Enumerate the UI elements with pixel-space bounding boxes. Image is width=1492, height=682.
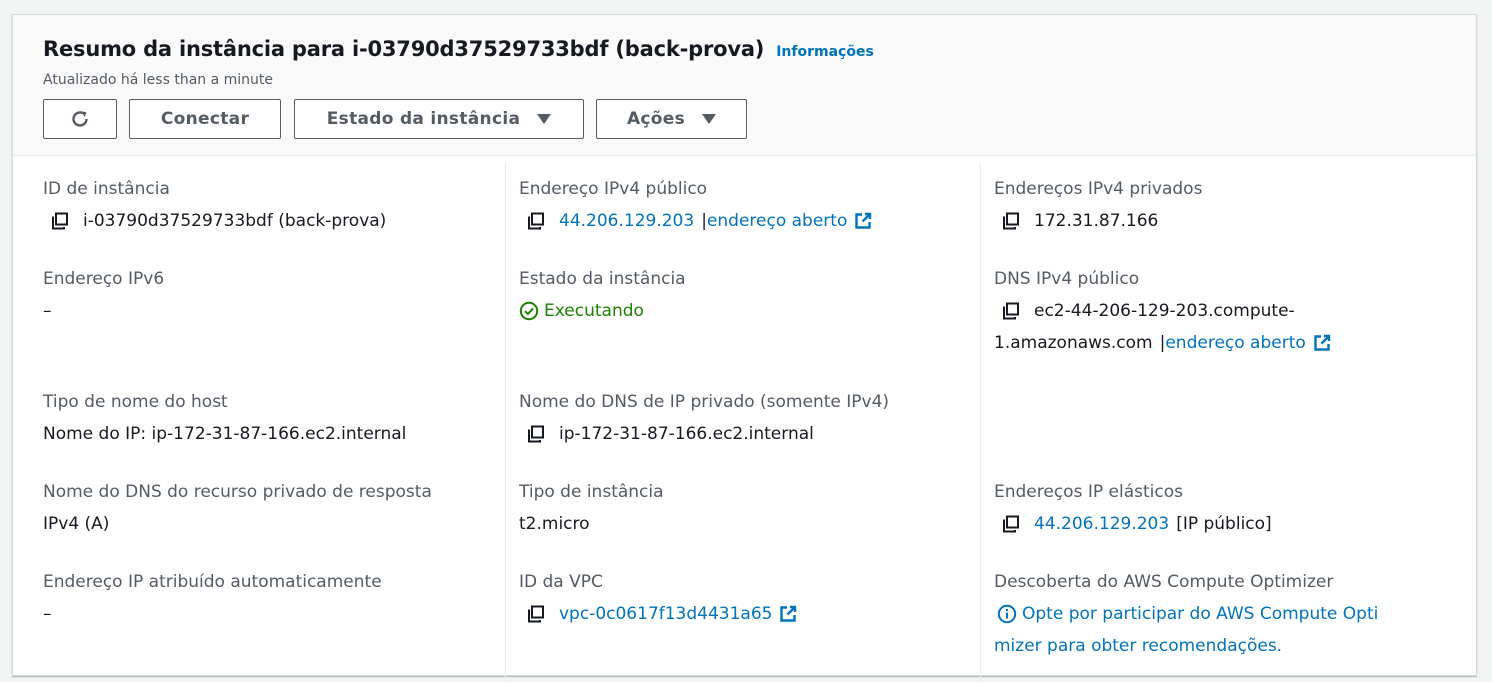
copy-icon[interactable] <box>1002 515 1020 533</box>
public-dns-value-line1: ec2-44-206-129-203.compute- <box>1034 301 1295 321</box>
field-label: Nome do DNS do recurso privado de respos… <box>43 482 432 502</box>
title-row: Resumo da instância para i-03790d3752973… <box>43 37 874 61</box>
caret-down-icon <box>537 114 552 124</box>
resource-dns-value: IPv4 (A) <box>43 514 110 534</box>
last-updated-text: Atualizado há less than a minute <box>43 72 273 88</box>
copy-icon[interactable] <box>1002 302 1020 320</box>
refresh-button[interactable] <box>43 99 117 139</box>
field-label: ID de instância <box>43 179 170 199</box>
instance-state-dropdown-label: Estado da instância <box>326 109 521 129</box>
field-label: Estado da instância <box>519 269 686 289</box>
field-label: Tipo de nome do host <box>43 392 228 412</box>
field-instance-type: Tipo de instância t2.micro <box>519 476 664 540</box>
field-label: ID da VPC <box>519 572 603 592</box>
instance-id-value: i-03790d37529733bdf (back-prova) <box>83 211 387 231</box>
copy-icon[interactable] <box>51 212 69 230</box>
external-link-icon[interactable] <box>779 605 797 623</box>
details-grid: ID de instância i-03790d37529733bdf (bac… <box>13 156 1476 682</box>
connect-button-label: Conectar <box>160 109 250 129</box>
instance-state-dropdown[interactable]: Estado da instância <box>294 99 584 139</box>
copy-icon[interactable] <box>527 425 545 443</box>
ipv6-value: – <box>43 301 52 321</box>
copy-icon[interactable] <box>527 212 545 230</box>
field-vpc-id: ID da VPC vpc-0c0617f13d4431a65 <box>519 566 797 630</box>
compute-optimizer-link-line2[interactable]: mizer para obter recomendações. <box>994 630 1282 662</box>
field-resource-dns: Nome do DNS do recurso privado de respos… <box>43 476 432 540</box>
field-label: Endereços IP elásticos <box>994 482 1183 502</box>
elastic-ip-link[interactable]: 44.206.129.203 <box>1034 508 1169 540</box>
column-divider <box>980 162 981 682</box>
info-icon <box>997 604 1017 624</box>
field-instance-id: ID de instância i-03790d37529733bdf (bac… <box>43 173 386 237</box>
public-ipv4-link[interactable]: 44.206.129.203 <box>559 205 694 237</box>
elastic-ip-suffix: [IP público] <box>1176 514 1272 534</box>
open-address-link[interactable]: endereço aberto <box>1165 327 1305 359</box>
field-elastic-ip: Endereços IP elásticos 44.206.129.203 [I… <box>994 476 1272 540</box>
field-label: Endereço IPv4 público <box>519 179 708 199</box>
actions-dropdown[interactable]: Ações <box>596 99 747 139</box>
field-label: Nome do DNS de IP privado (somente IPv4) <box>519 392 890 412</box>
vpc-id-link[interactable]: vpc-0c0617f13d4431a65 <box>559 598 772 630</box>
private-ipv4-value: 172.31.87.166 <box>1034 211 1159 231</box>
refresh-icon <box>72 111 88 127</box>
field-private-dns: Nome do DNS de IP privado (somente IPv4)… <box>519 386 889 450</box>
info-link[interactable]: Informações <box>776 44 874 60</box>
field-auto-ip: Endereço IP atribuído automaticamente – <box>43 566 382 630</box>
page-title: Resumo da instância para i-03790d3752973… <box>43 37 765 61</box>
instance-summary-panel: Resumo da instância para i-03790d3752973… <box>12 14 1477 682</box>
field-instance-state: Estado da instância Executando <box>519 263 686 327</box>
actions-dropdown-label: Ações <box>626 109 686 129</box>
private-dns-value: ip-172-31-87-166.ec2.internal <box>559 424 814 444</box>
field-label: Tipo de instância <box>519 482 664 502</box>
field-label: Descoberta do AWS Compute Optimizer <box>994 572 1334 592</box>
column-divider <box>505 162 506 682</box>
field-compute-optimizer: Descoberta do AWS Compute Optimizer Opte… <box>994 566 1378 662</box>
instance-type-value: t2.micro <box>519 514 590 534</box>
summary-header: Resumo da instância para i-03790d3752973… <box>13 15 1476 156</box>
field-hostname-type: Tipo de nome do host Nome do IP: ip-172-… <box>43 386 406 450</box>
field-public-ipv4: Endereço IPv4 público 44.206.129.203 | e… <box>519 173 872 237</box>
field-ipv6: Endereço IPv6 – <box>43 263 164 327</box>
hostname-type-value: Nome do IP: ip-172-31-87-166.ec2.interna… <box>43 424 407 444</box>
connect-button[interactable]: Conectar <box>129 99 281 139</box>
field-private-ipv4: Endereços IPv4 privados 172.31.87.166 <box>994 173 1202 237</box>
field-label: Endereço IP atribuído automaticamente <box>43 572 382 592</box>
compute-optimizer-link-line1[interactable]: Opte por participar do AWS Compute Opti <box>1022 598 1378 630</box>
copy-icon[interactable] <box>1002 212 1020 230</box>
field-label: Endereços IPv4 privados <box>994 179 1203 199</box>
status-ok-icon <box>519 301 539 321</box>
field-label: Endereço IPv6 <box>43 269 165 289</box>
field-label: DNS IPv4 público <box>994 269 1140 289</box>
caret-down-icon <box>702 114 717 124</box>
external-link-icon[interactable] <box>854 212 872 230</box>
open-address-link[interactable]: endereço aberto <box>707 205 847 237</box>
instance-state-value: Executando <box>544 301 644 321</box>
copy-icon[interactable] <box>527 605 545 623</box>
public-dns-value-line2: 1.amazonaws.com <box>994 333 1153 353</box>
auto-ip-value: – <box>43 604 52 624</box>
external-link-icon[interactable] <box>1313 334 1331 352</box>
field-public-dns: DNS IPv4 público ec2-44-206-129-203.comp… <box>994 263 1331 359</box>
